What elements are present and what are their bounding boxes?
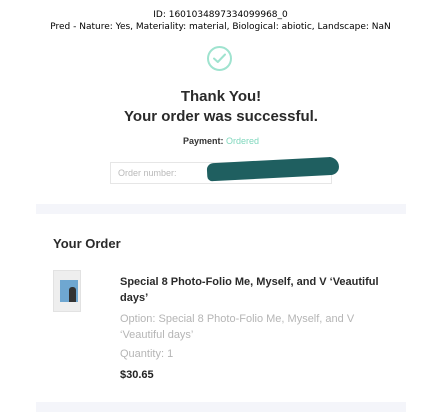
section-divider [36,204,406,214]
payment-status: Ordered [226,136,260,146]
checkmark-icon [213,53,226,63]
check-circle-icon [207,46,232,71]
image-caption: ID: 1601034897334099968_0 Pred - Nature:… [0,9,441,33]
product-thumbnail[interactable] [53,270,81,312]
caption-id: ID: 1601034897334099968_0 [153,10,288,20]
your-order-heading: Your Order [53,236,121,251]
product-title[interactable]: Special 8 Photo-Folio Me, Myself, and V … [120,274,390,306]
order-confirmation-screen: Thank You! Your order was successful. Pa… [36,40,406,418]
caption-prediction: Pred - Nature: Yes, Materiality: materia… [50,22,391,32]
payment-label: Payment: [182,136,224,146]
product-photo [60,280,78,302]
product-option: Option: Special 8 Photo-Folio Me, Myself… [120,313,355,341]
order-number-field: Order number: [110,156,340,184]
order-number-label: Order number: [118,168,177,178]
thank-you-heading: Thank You! [180,88,262,105]
redaction-mark [206,156,340,182]
product-photo-figure [69,287,76,302]
success-message: Your order was successful. [124,108,318,125]
product-price: $30.65 [120,369,154,381]
section-divider-bottom [36,402,406,412]
product-quantity: Quantity: 1 [120,348,174,360]
payment-row: Payment: Ordered [36,136,406,146]
